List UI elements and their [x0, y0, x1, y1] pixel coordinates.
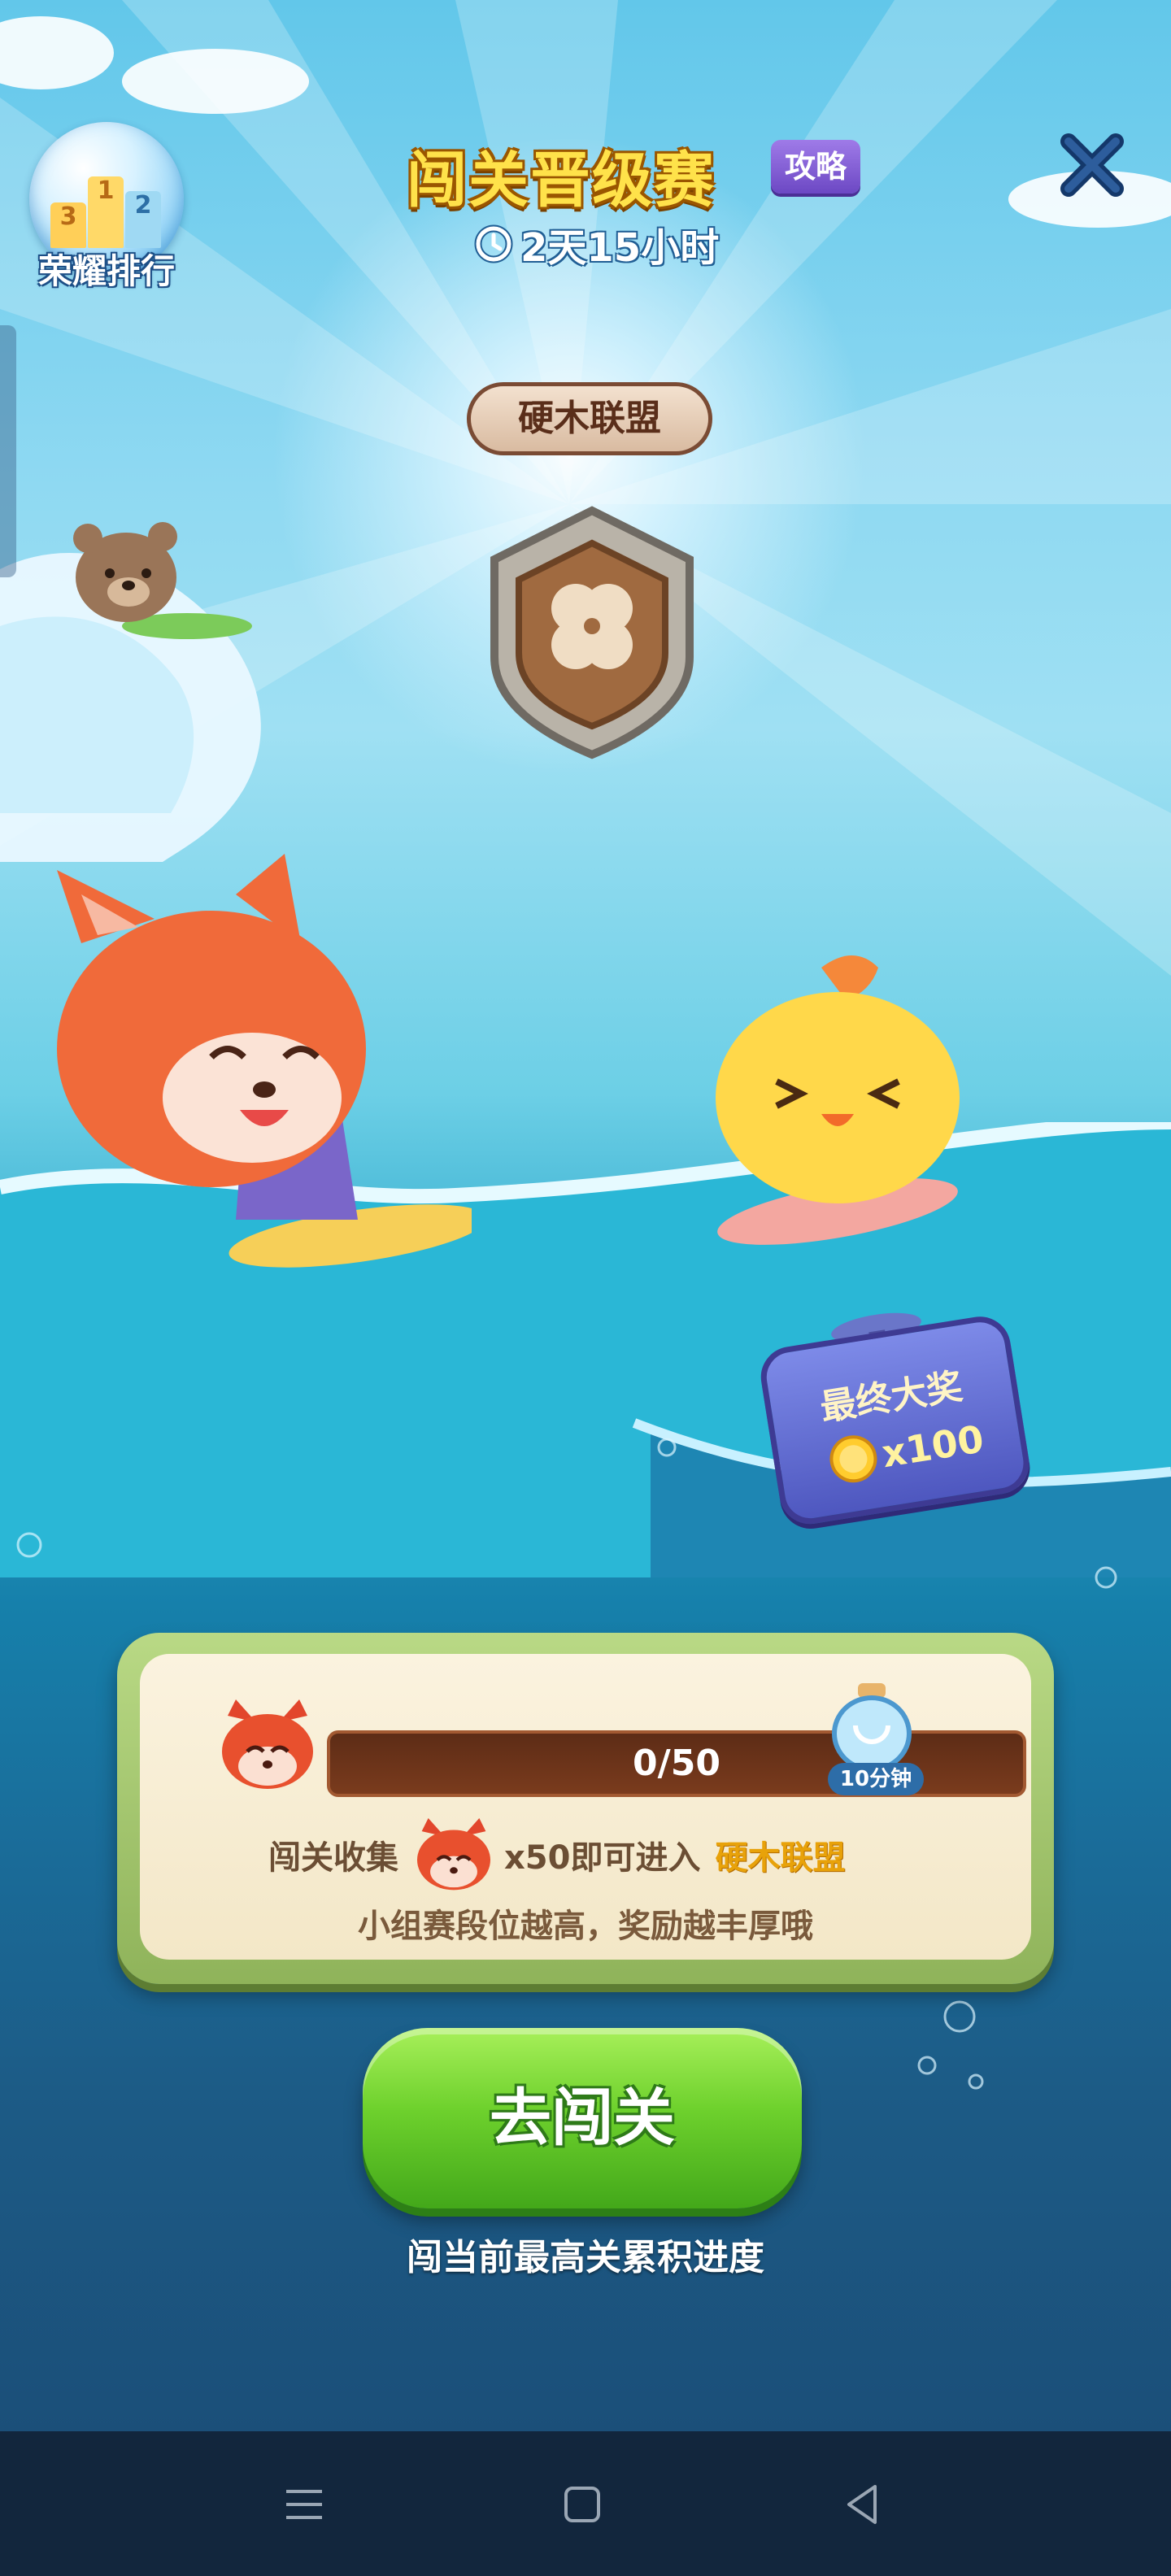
- collect-amount: x50即可进入: [504, 1839, 701, 1877]
- guide-button[interactable]: 攻略: [771, 140, 860, 194]
- back-icon[interactable]: [829, 2472, 895, 2537]
- progress-caption: 闯当前最高关累积进度: [407, 2237, 764, 2278]
- podium-third: 3: [50, 202, 86, 248]
- league-badge-icon: [490, 506, 694, 759]
- prize-box: 最终大奖 x100: [756, 1312, 1034, 1529]
- collect-row: 闯关收集 x50即可进入 硬木联盟: [268, 1810, 845, 1899]
- ranking-button[interactable]: 3 1 2 荣耀排行: [23, 122, 190, 293]
- clock-icon: [474, 224, 513, 263]
- final-prize-panel[interactable]: 最终大奖 x100: [753, 1287, 1043, 1537]
- system-nav-bar: [0, 2431, 1171, 2576]
- boost-duration: 10分钟: [828, 1763, 924, 1795]
- fox-token-icon: [222, 1699, 313, 1789]
- fox-character: [57, 854, 472, 1268]
- event-title: 闯关晋级赛: [407, 146, 716, 215]
- side-edge-tab[interactable]: [0, 325, 16, 577]
- prize-amount-text: x100: [878, 1416, 987, 1477]
- play-button-label: 去闯关: [490, 2082, 675, 2154]
- coin-icon: [829, 1435, 877, 1483]
- play-button[interactable]: 去闯关: [363, 2028, 802, 2208]
- close-icon[interactable]: [1057, 130, 1127, 200]
- fox-token-icon: [417, 1818, 490, 1891]
- chick-character: [716, 955, 960, 1245]
- podium-icon: 3 1 2: [50, 167, 164, 248]
- cloud: [122, 49, 309, 114]
- timer: 2天15小时: [473, 220, 719, 271]
- podium-second: 2: [125, 191, 161, 248]
- collect-prefix: 闯关收集: [268, 1839, 398, 1877]
- bear-character: [73, 522, 252, 639]
- menu-icon[interactable]: [272, 2472, 337, 2537]
- ranking-label: 荣耀排行: [37, 251, 175, 291]
- home-icon[interactable]: [550, 2472, 615, 2537]
- podium-first: 1: [88, 176, 124, 248]
- time-boost-bottle[interactable]: 10分钟: [821, 1683, 935, 1797]
- collect-league: 硬木联盟: [715, 1839, 846, 1877]
- league-name: 硬木联盟: [467, 382, 712, 455]
- collect-hint: 小组赛段位越高，奖励越丰厚哦: [358, 1908, 813, 1945]
- bottle-icon: [832, 1683, 912, 1772]
- timer-text: 2天15小时: [520, 225, 720, 271]
